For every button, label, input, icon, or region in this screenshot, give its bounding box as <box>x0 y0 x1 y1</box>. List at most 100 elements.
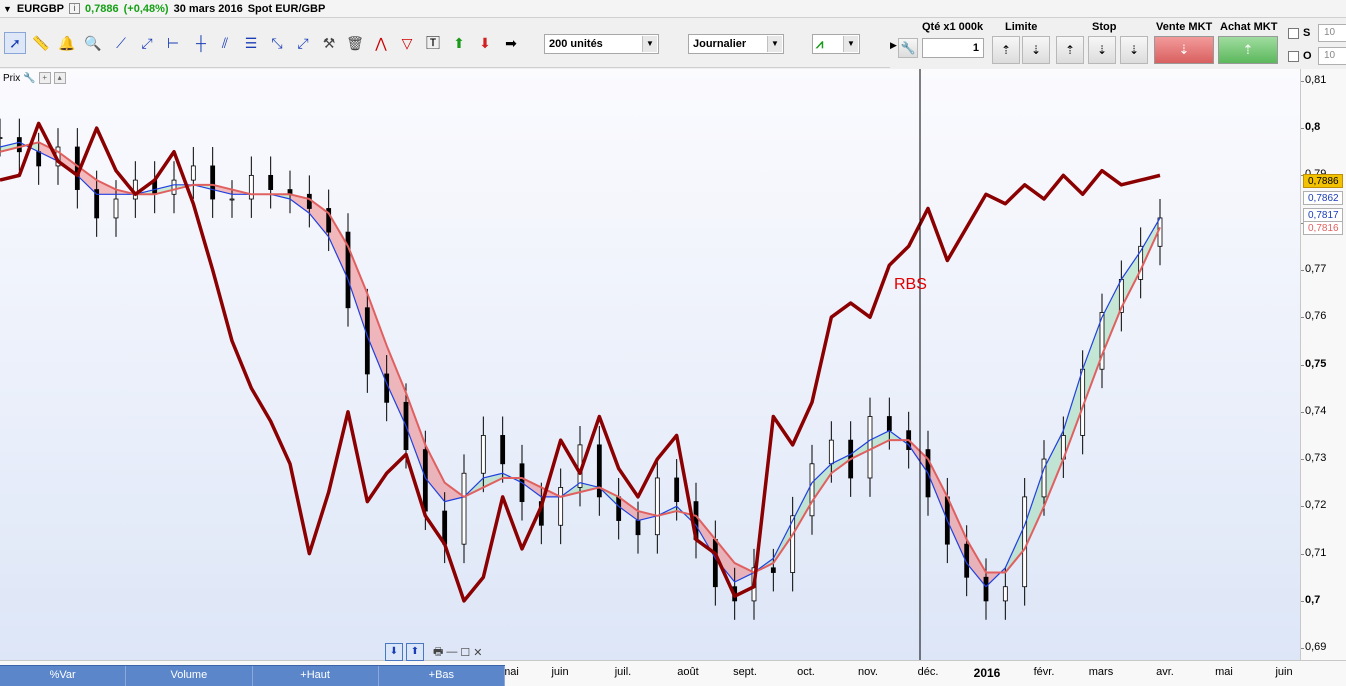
arrow-line-icon[interactable]: ⤢ <box>292 32 314 54</box>
indicators-button[interactable]: ⩘ ▼ <box>812 34 860 54</box>
candle-body <box>1022 496 1028 588</box>
units-select[interactable]: 200 unités ▼ <box>544 34 659 54</box>
arrow-down-icon[interactable]: ⬇ <box>474 32 496 54</box>
add-indicator-icon[interactable]: + <box>38 72 51 84</box>
y-tick-label: 0,81 <box>1305 73 1327 86</box>
vertical-line-icon[interactable]: ┼ <box>190 32 212 54</box>
ma-band-segment <box>1024 468 1044 549</box>
stop-buy-button[interactable]: ⇡ <box>1056 36 1084 64</box>
candle-body <box>828 439 834 465</box>
candle-body <box>268 174 274 190</box>
ma-band-segment <box>870 430 890 450</box>
symbol-label[interactable]: EURGBP <box>17 3 64 15</box>
maximize-icon[interactable]: ▴ <box>53 72 66 84</box>
x-tick-label: oct. <box>797 666 815 678</box>
trash-icon[interactable]: 🗑 <box>344 32 366 54</box>
horizontal-line-icon[interactable]: ⊢ <box>162 32 184 54</box>
price-axis[interactable]: 0,810,80,790,780,770,760,750,740,730,720… <box>1300 69 1346 660</box>
cursor-icon[interactable]: ➚ <box>4 32 26 54</box>
candle-body <box>558 487 564 526</box>
buy-mkt-button[interactable]: ⇡ <box>1218 36 1278 64</box>
order-panel: ▶ 🔧 Qté x1 000k 1 Limite ⇡ ⇣ Stop ⇡ ⇣ ⇣ … <box>890 18 1346 68</box>
ma-band-segment <box>425 444 445 502</box>
maximize-icon[interactable]: ☐ <box>460 646 470 659</box>
ruler-icon[interactable]: 📏 <box>30 32 52 54</box>
y-tick-label: 0,69 <box>1305 641 1327 654</box>
y-tick-mark <box>1301 128 1304 130</box>
stop-sell2-button[interactable]: ⇣ <box>1120 36 1148 64</box>
x-tick-label: juin <box>1275 666 1293 678</box>
annotation-label: RBS <box>894 276 927 293</box>
y-tick-label: 0,7 <box>1305 593 1321 606</box>
trendline-icon[interactable]: ⟋ <box>110 32 132 54</box>
candle-body <box>480 435 486 474</box>
y-tick-mark <box>1301 317 1304 319</box>
candle-body <box>867 416 873 479</box>
tools-icon[interactable]: ⚒ <box>318 32 340 54</box>
column-header[interactable]: +Haut <box>253 666 379 686</box>
price-change: (+0,48%) <box>123 2 169 15</box>
y-tick-mark <box>1301 364 1304 366</box>
column-header[interactable]: %Var <box>0 666 127 686</box>
buy-mkt-label: Achat MKT <box>1220 21 1278 33</box>
fibonacci-icon[interactable]: ☰ <box>240 32 262 54</box>
o-label: O <box>1303 50 1312 62</box>
s-input[interactable]: 10 <box>1318 24 1346 42</box>
candle-body <box>616 496 622 521</box>
candle-body <box>461 472 467 545</box>
close-icon[interactable]: ✕ <box>473 646 482 659</box>
chevron-down-icon[interactable]: ▼ <box>642 36 657 52</box>
candle-body <box>171 179 177 195</box>
arrow-up-icon[interactable]: ⬆ <box>448 32 470 54</box>
chevron-down-icon[interactable]: ▼ <box>843 36 858 52</box>
arrow-up-icon[interactable]: ⬆ <box>406 643 424 661</box>
minimize-icon[interactable]: — <box>446 646 457 658</box>
ma-band-segment <box>348 246 368 337</box>
alarm-bell-icon[interactable]: 🔔 <box>56 32 78 54</box>
x-tick-label: avr. <box>1156 666 1174 678</box>
qty-input[interactable]: 1 <box>922 38 984 58</box>
o-checkbox[interactable] <box>1288 51 1299 62</box>
s-checkbox[interactable] <box>1288 28 1299 39</box>
candle-body <box>674 477 680 503</box>
arrow-down-icon[interactable]: ⬇ <box>385 643 403 661</box>
column-header[interactable]: +Bas <box>379 666 505 686</box>
candle-body <box>132 179 138 200</box>
ray-icon[interactable]: ⤢ <box>136 32 158 54</box>
stop-sell-button[interactable]: ⇣ <box>1088 36 1116 64</box>
y-tick-label: 0,76 <box>1305 310 1327 323</box>
column-header[interactable]: Volume <box>126 666 253 686</box>
channel-icon[interactable]: ⫽ <box>214 32 236 54</box>
limit-sell-button[interactable]: ⇣ <box>1022 36 1050 64</box>
dropdown-triangle-icon[interactable]: ▼ <box>3 4 12 14</box>
extend-line-icon[interactable]: ⤡ <box>266 32 288 54</box>
y-tick-label: 0,75 <box>1305 357 1327 370</box>
limit-buy-button[interactable]: ⇡ <box>992 36 1020 64</box>
arrow-right-icon[interactable]: ➡ <box>500 32 522 54</box>
zoom-icon[interactable]: 🔍 <box>82 32 104 54</box>
wrench-icon[interactable]: 🔧 <box>23 73 35 84</box>
triangle-icon[interactable]: ▽ <box>396 32 418 54</box>
wrench-icon[interactable]: 🔧 <box>898 38 918 58</box>
chevron-down-icon[interactable]: ▼ <box>767 36 782 52</box>
candle-body <box>1002 586 1008 602</box>
o-input[interactable]: 10 <box>1318 47 1346 65</box>
candle-body <box>654 477 660 536</box>
sell-mkt-button[interactable]: ⇣ <box>1154 36 1214 64</box>
sell-mkt-label: Vente MKT <box>1156 21 1213 33</box>
text-icon[interactable]: 🅃 <box>422 32 444 54</box>
price-tag: 0,7816 <box>1303 221 1343 235</box>
price-chart[interactable]: RBS <box>0 69 1300 660</box>
period-select[interactable]: Journalier ▼ <box>688 34 784 54</box>
print-icon[interactable]: 🖶 <box>433 643 443 662</box>
instrument-label: Spot EUR/GBP <box>247 2 326 15</box>
y-tick-mark <box>1301 648 1304 650</box>
collapse-arrow-icon[interactable]: ▶ <box>890 40 897 51</box>
zigzag-icon[interactable]: ⋀ <box>370 32 392 54</box>
x-tick-label: mars <box>1088 666 1114 678</box>
candle-body <box>983 576 989 602</box>
x-tick-label: juil. <box>614 666 632 678</box>
y-tick-label: 0,74 <box>1305 404 1327 417</box>
info-icon[interactable]: i <box>68 3 80 14</box>
candle-body <box>113 198 119 219</box>
